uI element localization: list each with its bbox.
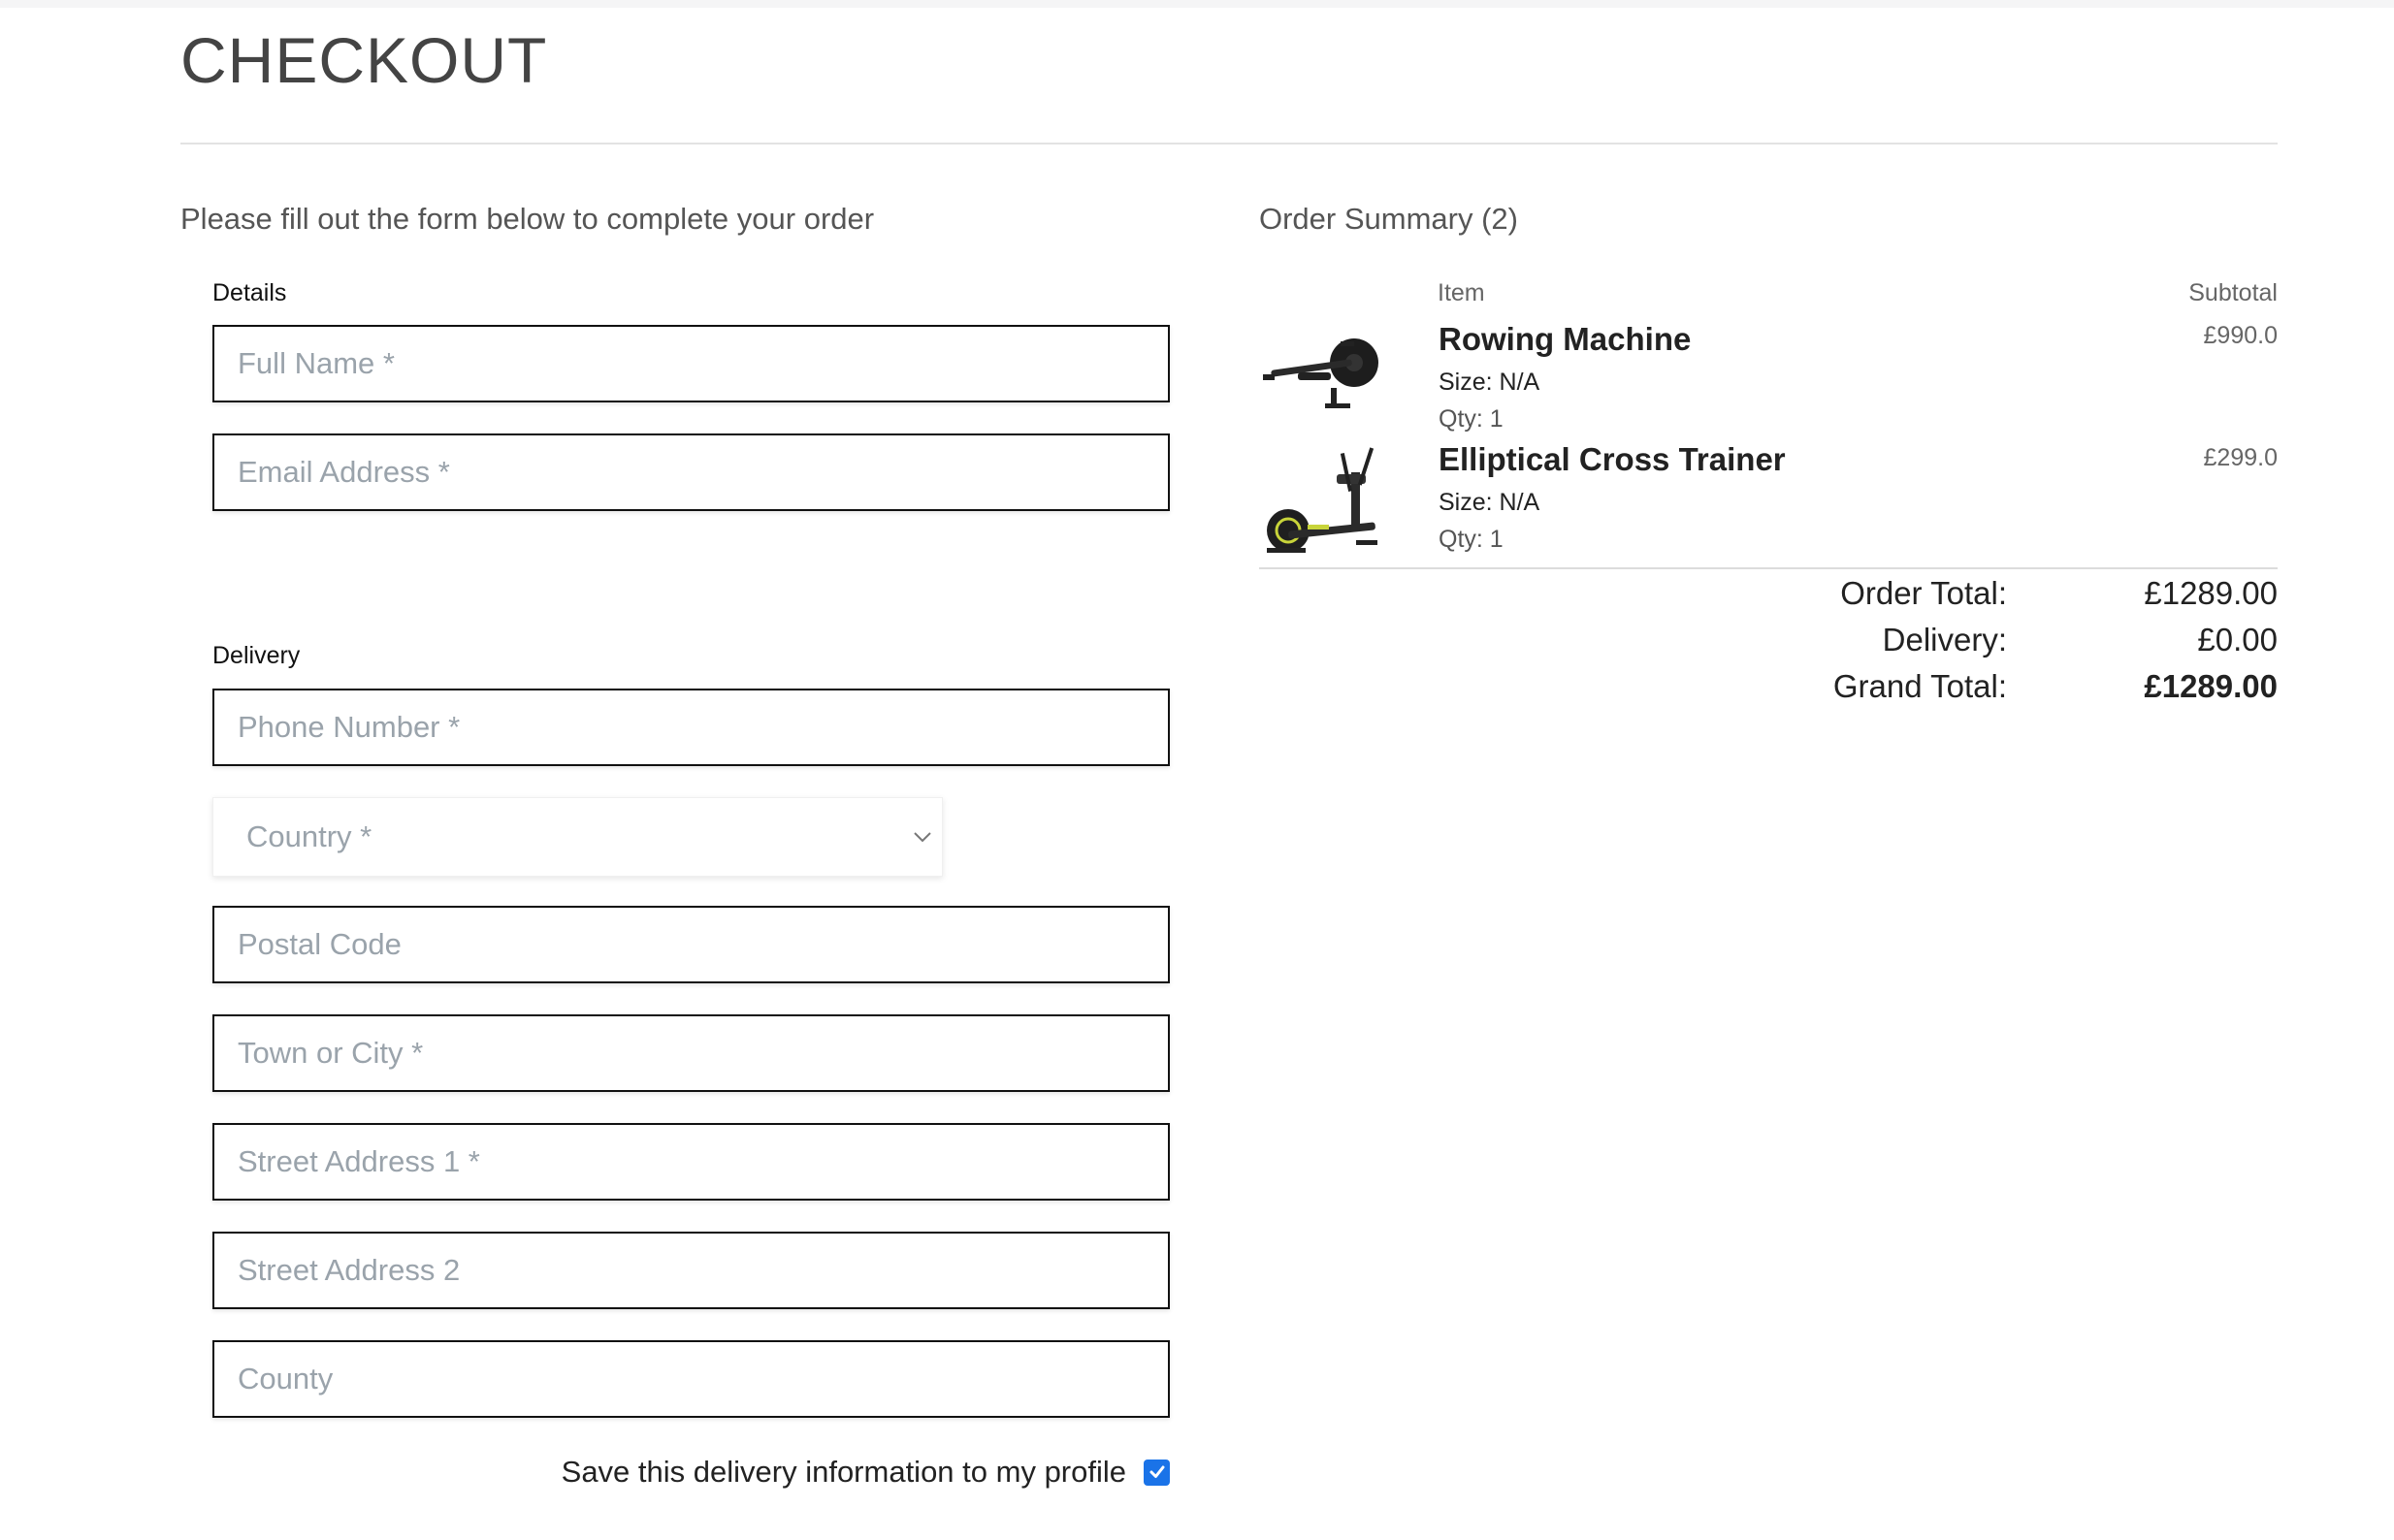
item-name[interactable]: Rowing Machine <box>1439 320 1691 359</box>
checkmark-icon <box>1149 1465 1164 1478</box>
chevron-down-icon <box>914 832 931 843</box>
phone-input[interactable] <box>212 689 1170 766</box>
save-info-checkbox[interactable] <box>1144 1459 1170 1486</box>
country-select[interactable]: Country * <box>212 797 943 877</box>
form-intro: Please fill out the form below to comple… <box>180 202 875 236</box>
grand-total-value: £1289.00 <box>2144 668 2278 704</box>
postal-code-input[interactable] <box>212 906 1170 983</box>
order-item: Rowing Machine Size: N/A Qty: 1 £990.0 <box>1259 312 2278 433</box>
details-label: Details <box>212 279 287 306</box>
town-input[interactable] <box>212 1014 1170 1092</box>
item-size: Size: N/A <box>1439 489 1540 516</box>
title-divider <box>180 143 2278 144</box>
page-title: CHECKOUT <box>180 24 548 96</box>
street-address-1-input[interactable] <box>212 1123 1170 1201</box>
summary-divider <box>1259 567 2278 569</box>
delivery-value: £0.00 <box>2197 622 2278 658</box>
save-info-row: Save this delivery information to my pro… <box>562 1453 1170 1492</box>
order-total-label: Order Total: <box>1840 575 2007 611</box>
delivery-label: Delivery <box>212 642 301 669</box>
item-qty: Qty: 1 <box>1439 405 1504 433</box>
subtotal-column-header: Subtotal <box>2188 279 2278 306</box>
email-input[interactable] <box>212 433 1170 511</box>
item-qty: Qty: 1 <box>1439 526 1504 553</box>
grand-total-label: Grand Total: <box>1832 668 2007 704</box>
item-subtotal: £299.0 <box>2203 444 2278 471</box>
order-item: Elliptical Cross Trainer Size: N/A Qty: … <box>1259 434 2278 561</box>
country-select-value: Country * <box>246 819 372 853</box>
item-name[interactable]: Elliptical Cross Trainer <box>1439 440 1786 479</box>
order-total-value: £1289.00 <box>2144 575 2278 611</box>
elliptical-trainer-icon[interactable] <box>1259 438 1385 564</box>
item-column-header: Item <box>1438 279 1485 306</box>
save-info-label: Save this delivery information to my pro… <box>561 1455 1126 1489</box>
full-name-input[interactable] <box>212 325 1170 402</box>
street-address-2-input[interactable] <box>212 1232 1170 1309</box>
order-summary-title: Order Summary (2) <box>1259 202 1518 236</box>
delivery-label: Delivery: <box>1882 622 2007 658</box>
rowing-machine-icon[interactable] <box>1259 318 1385 444</box>
item-size: Size: N/A <box>1439 369 1540 396</box>
county-input[interactable] <box>212 1340 1170 1418</box>
top-strip <box>0 0 2394 8</box>
item-subtotal: £990.0 <box>2203 322 2278 349</box>
